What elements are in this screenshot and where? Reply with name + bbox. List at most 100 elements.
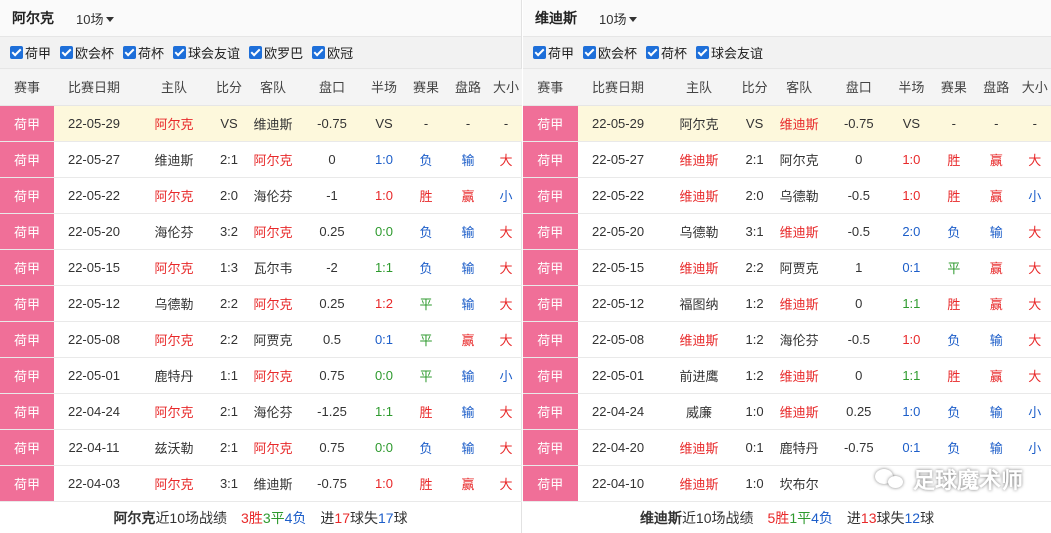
halftime-cell: VS bbox=[362, 105, 406, 142]
handicap-cell: 0 bbox=[828, 141, 890, 178]
summary-label: 近10场战绩 bbox=[155, 510, 228, 526]
filter-checkbox[interactable]: 荷甲 bbox=[533, 43, 574, 62]
handicap-result-cell: - bbox=[446, 105, 490, 142]
games-count-dropdown[interactable]: 10场 bbox=[599, 9, 638, 28]
summary-goals-for: 13 bbox=[860, 510, 877, 526]
filter-checkbox[interactable]: 球会友谊 bbox=[173, 43, 240, 62]
column-header: 盘口 bbox=[828, 69, 890, 106]
handicap-result-cell: 赢 bbox=[974, 141, 1019, 178]
checkbox-checked-icon[interactable] bbox=[10, 46, 23, 59]
date-cell: 22-04-11 bbox=[54, 429, 134, 466]
away-team-cell: 维迪斯 bbox=[244, 105, 302, 142]
score-cell: 2:1 bbox=[214, 393, 244, 430]
filter-checkbox[interactable]: 荷甲 bbox=[10, 43, 51, 62]
league-cell: 荷甲 bbox=[523, 213, 578, 250]
filter-checkbox[interactable]: 欧会杯 bbox=[60, 43, 114, 62]
checkbox-checked-icon[interactable] bbox=[646, 46, 660, 59]
over-under-cell: 大 bbox=[1018, 141, 1051, 178]
filter-checkbox[interactable]: 荷杯 bbox=[646, 43, 687, 62]
score-cell: VS bbox=[739, 105, 770, 142]
away-team-cell: 瓦尔韦 bbox=[244, 249, 302, 286]
column-header: 大小 bbox=[490, 69, 522, 106]
date-cell: 22-05-15 bbox=[54, 249, 134, 286]
checkbox-checked-icon[interactable] bbox=[312, 46, 326, 59]
home-team-cell: 维迪斯 bbox=[658, 429, 740, 466]
result-cell: 平 bbox=[933, 249, 975, 286]
handicap-cell: 0.75 bbox=[302, 357, 362, 394]
date-cell: 22-05-01 bbox=[54, 357, 134, 394]
handicap-result-cell: 输 bbox=[446, 213, 490, 250]
table-row: 荷甲 22-04-11 兹沃勒 2:1 阿尔克 0.75 0:0 负输大 bbox=[0, 429, 522, 466]
over-under-cell: 大 bbox=[1018, 213, 1051, 250]
handicap-cell: -0.75 bbox=[828, 105, 890, 142]
date-cell: 22-05-15 bbox=[577, 249, 659, 286]
checkbox-checked-icon[interactable] bbox=[533, 46, 546, 59]
table-row: 荷甲 22-05-22 阿尔克 2:0 海伦芬 -1 1:0 胜赢小 bbox=[0, 177, 522, 214]
table-row: 荷甲 22-05-08 阿尔克 2:2 阿贾克 0.5 0:1 平赢大 bbox=[0, 321, 522, 358]
handicap-cell: -1 bbox=[302, 177, 362, 214]
filter-checkbox[interactable]: 球会友谊 bbox=[696, 43, 763, 62]
summary-label: 近10场战绩 bbox=[681, 510, 754, 526]
handicap-cell: -0.75 bbox=[302, 105, 362, 142]
over-under-cell: 大 bbox=[490, 285, 522, 322]
summary-text: 进 bbox=[846, 510, 861, 526]
filter-checkbox[interactable]: 欧冠 bbox=[312, 43, 353, 62]
checkbox-checked-icon[interactable] bbox=[696, 46, 710, 59]
over-under-cell: 小 bbox=[1018, 177, 1051, 214]
column-header: 主队 bbox=[134, 69, 214, 106]
date-cell: 22-05-22 bbox=[54, 177, 134, 214]
handicap-cell: -0.5 bbox=[828, 213, 890, 250]
filter-checkbox[interactable]: 欧罗巴 bbox=[249, 43, 303, 62]
handicap-result-cell: 赢 bbox=[446, 465, 490, 502]
home-team-cell: 海伦芬 bbox=[134, 213, 214, 250]
league-cell: 荷甲 bbox=[523, 321, 578, 358]
over-under-cell: - bbox=[1018, 105, 1051, 142]
score-cell: 2:0 bbox=[739, 177, 770, 214]
match-table: 赛事 比赛日期 主队 比分 客队 盘口 半场 赛果 盘路 大小 荷甲 22-05-29 阿尔克 VS 维迪… bbox=[0, 69, 522, 502]
table-row: 荷甲 22-05-15 阿尔克 1:3 瓦尔韦 -2 1:1 负输大 bbox=[0, 249, 522, 286]
halftime-cell: 1:0 bbox=[889, 321, 934, 358]
home-team-cell: 阿尔克 bbox=[134, 177, 214, 214]
over-under-cell: 大 bbox=[1018, 285, 1051, 322]
table-header-row: 赛事 比赛日期 主队 比分 客队 盘口 半场 赛果 盘路 大小 bbox=[523, 69, 1051, 106]
home-team-cell: 威廉 bbox=[658, 393, 740, 430]
date-cell: 22-05-22 bbox=[577, 177, 659, 214]
score-cell: 2:2 bbox=[214, 285, 244, 322]
away-team-cell: 阿尔克 bbox=[244, 357, 302, 394]
checkbox-checked-icon[interactable] bbox=[60, 46, 74, 59]
games-count-label: 10场 bbox=[599, 11, 627, 27]
halftime-cell: 0:0 bbox=[362, 357, 406, 394]
halftime-cell: 2:0 bbox=[889, 213, 934, 250]
checkbox-checked-icon[interactable] bbox=[123, 46, 137, 59]
table-row: 荷甲 22-05-01 前进鹰 1:2 维迪斯 0 1:1 胜赢大 bbox=[523, 357, 1051, 394]
away-team-cell: 阿尔克 bbox=[244, 285, 302, 322]
table-row: 荷甲 22-04-03 阿尔克 3:1 维迪斯 -0.75 1:0 胜赢大 bbox=[0, 465, 522, 502]
league-cell: 荷甲 bbox=[0, 357, 54, 394]
checkbox-checked-icon[interactable] bbox=[173, 46, 187, 59]
handicap-result-cell: 输 bbox=[446, 393, 490, 430]
record-summary: 阿尔克 近10场战绩 3胜 3平 4负进 17 球失 17 球 bbox=[0, 503, 521, 533]
over-under-cell: 小 bbox=[490, 357, 522, 394]
handicap-cell: 1 bbox=[828, 249, 890, 286]
halftime-cell: 1:1 bbox=[889, 285, 934, 322]
filter-checkbox[interactable]: 荷杯 bbox=[123, 43, 164, 62]
checkbox-checked-icon[interactable] bbox=[583, 46, 597, 59]
summary-losses: 4负 bbox=[284, 510, 307, 526]
home-team-cell: 兹沃勒 bbox=[134, 429, 214, 466]
league-cell: 荷甲 bbox=[0, 429, 54, 466]
handicap-cell: 0.5 bbox=[302, 321, 362, 358]
date-cell: 22-04-10 bbox=[577, 465, 659, 502]
match-table: 赛事 比赛日期 主队 比分 客队 盘口 半场 赛果 盘路 大小 荷甲 22-05-29 阿尔克 VS 维迪… bbox=[523, 69, 1051, 502]
filter-checkbox[interactable]: 欧会杯 bbox=[583, 43, 637, 62]
checkbox-checked-icon[interactable] bbox=[249, 46, 263, 59]
summary-text: 球失 bbox=[349, 510, 378, 526]
league-cell: 荷甲 bbox=[0, 105, 54, 142]
league-cell: 荷甲 bbox=[523, 249, 578, 286]
score-cell: 3:1 bbox=[739, 213, 770, 250]
result-cell: 胜 bbox=[933, 285, 975, 322]
handicap-cell: 0 bbox=[828, 285, 890, 322]
summary-goals-against: 17 bbox=[377, 510, 394, 526]
games-count-dropdown[interactable]: 10场 bbox=[76, 9, 115, 28]
away-team-cell: 阿尔克 bbox=[769, 141, 829, 178]
home-team-cell: 鹿特丹 bbox=[134, 357, 214, 394]
